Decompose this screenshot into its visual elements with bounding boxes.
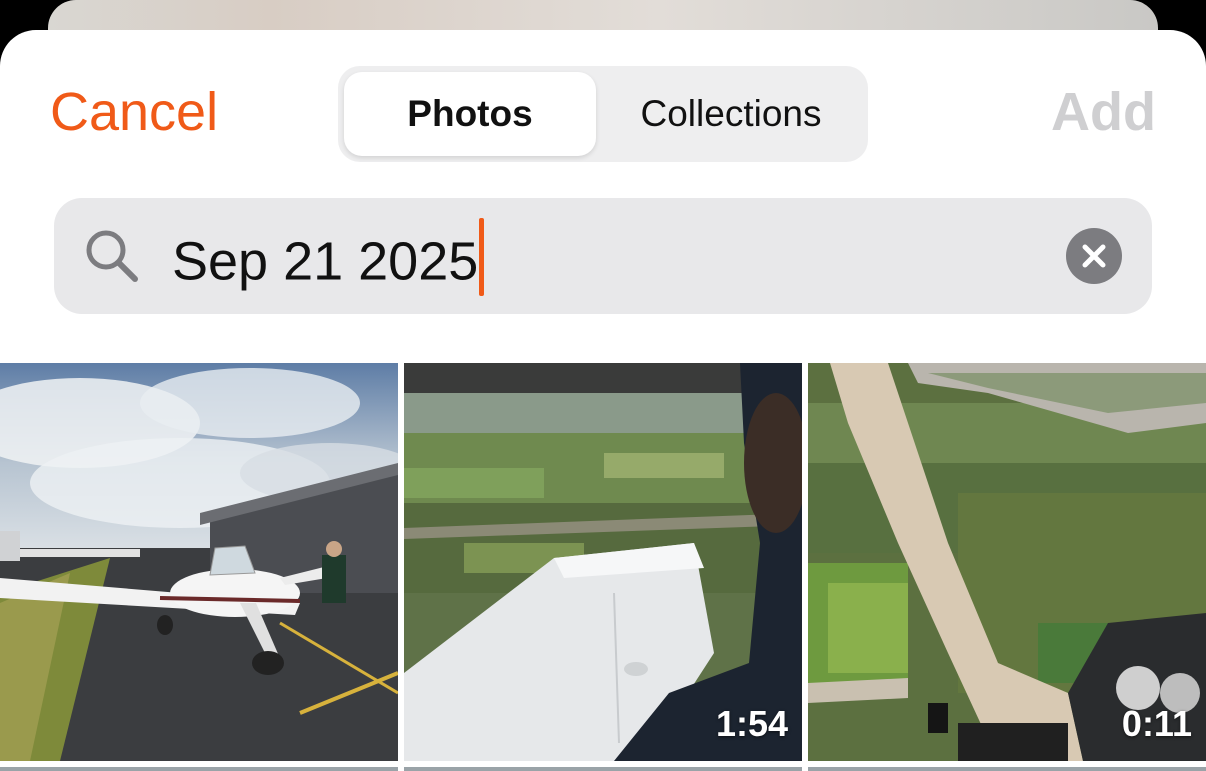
search-input[interactable]: Sep 21 2025 <box>172 218 485 304</box>
video-thumbnail[interactable]: 0:11 <box>808 363 1206 761</box>
tab-photos[interactable]: Photos <box>344 72 596 156</box>
search-field[interactable]: Sep 21 2025 <box>54 198 1152 314</box>
cockpit-photo <box>808 363 1206 761</box>
video-duration: 1:54 <box>715 703 788 744</box>
next-row-thumbnail[interactable] <box>808 767 1206 771</box>
tab-collections[interactable]: Collections <box>600 72 862 156</box>
wing-aerial-photo <box>404 363 802 761</box>
video-duration: 0:11 <box>1121 703 1192 744</box>
video-thumbnail[interactable]: 1:54 <box>404 363 802 761</box>
cancel-button[interactable]: Cancel <box>50 82 218 142</box>
text-cursor <box>479 218 485 296</box>
clear-icon[interactable] <box>1066 228 1122 284</box>
segmented-control: Photos Collections <box>338 66 868 162</box>
airplane-photo <box>0 363 398 761</box>
photo-thumbnail[interactable] <box>0 363 398 761</box>
next-row-thumbnail[interactable] <box>404 767 802 771</box>
search-icon <box>82 226 142 286</box>
search-input-value: Sep 21 2025 <box>172 231 479 292</box>
photo-picker-sheet: Cancel Photos Collections Add Sep 21 202… <box>0 30 1206 771</box>
next-row-thumbnail[interactable] <box>0 767 398 771</box>
add-button[interactable]: Add <box>1051 82 1156 142</box>
